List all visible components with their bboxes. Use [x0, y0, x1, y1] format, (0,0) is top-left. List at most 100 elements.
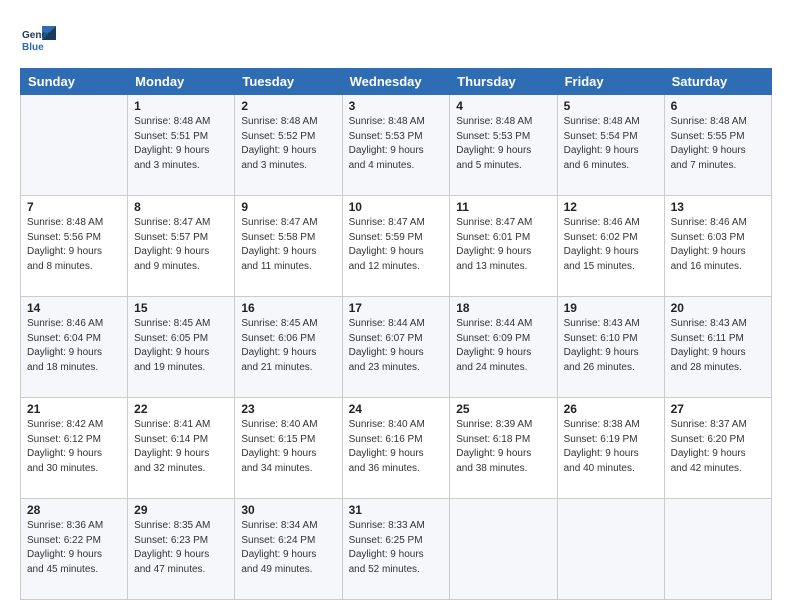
day-info: Sunrise: 8:47 AMSunset: 6:01 PMDaylight:…: [456, 216, 550, 274]
day-number: 18: [456, 301, 550, 315]
day-cell: 29 Sunrise: 8:35 AMSunset: 6:23 PMDayligh…: [128, 499, 235, 600]
day-info: Sunrise: 8:36 AMSunset: 6:22 PMDaylight:…: [27, 519, 121, 577]
day-info: Sunrise: 8:47 AMSunset: 5:59 PMDaylight:…: [349, 216, 444, 274]
day-cell: 1 Sunrise: 8:48 AMSunset: 5:51 PMDaylight…: [128, 95, 235, 196]
day-number: 24: [349, 402, 444, 416]
day-cell: 26 Sunrise: 8:38 AMSunset: 6:19 PMDayligh…: [557, 398, 664, 499]
day-cell: 6 Sunrise: 8:48 AMSunset: 5:55 PMDaylight…: [664, 95, 771, 196]
day-number: 28: [27, 503, 121, 517]
day-info: Sunrise: 8:48 AMSunset: 5:53 PMDaylight:…: [456, 115, 550, 173]
weekday-saturday: Saturday: [664, 69, 771, 95]
svg-text:Blue: Blue: [22, 42, 44, 53]
day-number: 25: [456, 402, 550, 416]
day-number: 13: [671, 200, 765, 214]
svg-text:General: General: [22, 30, 56, 41]
day-cell: 4Sunrise: 8:48 AMSunset: 5:53 PMDaylight…: [450, 95, 557, 196]
day-number: 11: [456, 200, 550, 214]
day-number: 20: [671, 301, 765, 315]
day-number: 15: [134, 301, 228, 315]
day-cell: 20 Sunrise: 8:43 AMSunset: 6:11 PMDayligh…: [664, 297, 771, 398]
weekday-wednesday: Wednesday: [342, 69, 450, 95]
day-info: Sunrise: 8:44 AMSunset: 6:07 PMDaylight:…: [349, 317, 444, 375]
logo-icon: General Blue: [20, 22, 56, 58]
day-info: Sunrise: 8:43 AMSunset: 6:11 PMDaylight:…: [671, 317, 765, 375]
day-info: Sunrise: 8:48 AMSunset: 5:51 PMDaylight:…: [134, 115, 228, 173]
day-cell: 31Sunrise: 8:33 AMSunset: 6:25 PMDayligh…: [342, 499, 450, 600]
day-cell: [557, 499, 664, 600]
day-info: Sunrise: 8:45 AMSunset: 6:05 PMDaylight:…: [134, 317, 228, 375]
day-info: Sunrise: 8:46 AMSunset: 6:04 PMDaylight:…: [27, 317, 121, 375]
day-info: Sunrise: 8:48 AMSunset: 5:55 PMDaylight:…: [671, 115, 765, 173]
day-info: Sunrise: 8:40 AMSunset: 6:16 PMDaylight:…: [349, 418, 444, 476]
day-cell: 2Sunrise: 8:48 AMSunset: 5:52 PMDaylight…: [235, 95, 342, 196]
day-number: 30: [241, 503, 335, 517]
day-number: 10: [349, 200, 444, 214]
day-info: Sunrise: 8:38 AMSunset: 6:19 PMDaylight:…: [564, 418, 658, 476]
day-cell: 23Sunrise: 8:40 AMSunset: 6:15 PMDayligh…: [235, 398, 342, 499]
day-info: Sunrise: 8:46 AMSunset: 6:03 PMDaylight:…: [671, 216, 765, 274]
day-info: Sunrise: 8:48 AMSunset: 5:53 PMDaylight:…: [349, 115, 444, 173]
day-cell: 3 Sunrise: 8:48 AMSunset: 5:53 PMDaylight…: [342, 95, 450, 196]
weekday-friday: Friday: [557, 69, 664, 95]
day-cell: 18 Sunrise: 8:44 AMSunset: 6:09 PMDayligh…: [450, 297, 557, 398]
weekday-header-row: SundayMondayTuesdayWednesdayThursdayFrid…: [21, 69, 772, 95]
day-info: Sunrise: 8:43 AMSunset: 6:10 PMDaylight:…: [564, 317, 658, 375]
day-number: 7: [27, 200, 121, 214]
day-info: Sunrise: 8:39 AMSunset: 6:18 PMDaylight:…: [456, 418, 550, 476]
day-info: Sunrise: 8:37 AMSunset: 6:20 PMDaylight:…: [671, 418, 765, 476]
day-cell: [21, 95, 128, 196]
day-cell: 5 Sunrise: 8:48 AMSunset: 5:54 PMDaylight…: [557, 95, 664, 196]
day-number: 31: [349, 503, 444, 517]
day-number: 22: [134, 402, 228, 416]
week-row-2: 7 Sunrise: 8:48 AMSunset: 5:56 PMDaylight…: [21, 196, 772, 297]
day-cell: [450, 499, 557, 600]
day-cell: 13 Sunrise: 8:46 AMSunset: 6:03 PMDayligh…: [664, 196, 771, 297]
day-cell: 8Sunrise: 8:47 AMSunset: 5:57 PMDaylight…: [128, 196, 235, 297]
day-cell: 12Sunrise: 8:46 AMSunset: 6:02 PMDayligh…: [557, 196, 664, 297]
week-row-3: 14 Sunrise: 8:46 AMSunset: 6:04 PMDayligh…: [21, 297, 772, 398]
day-info: Sunrise: 8:42 AMSunset: 6:12 PMDaylight:…: [27, 418, 121, 476]
day-number: 29: [134, 503, 228, 517]
day-number: 21: [27, 402, 121, 416]
day-number: 16: [241, 301, 335, 315]
day-cell: 22 Sunrise: 8:41 AMSunset: 6:14 PMDayligh…: [128, 398, 235, 499]
day-number: 19: [564, 301, 658, 315]
day-number: 27: [671, 402, 765, 416]
page: General Blue SundayMondayTuesdayWednesda…: [0, 0, 792, 612]
day-cell: 17 Sunrise: 8:44 AMSunset: 6:07 PMDayligh…: [342, 297, 450, 398]
day-info: Sunrise: 8:35 AMSunset: 6:23 PMDaylight:…: [134, 519, 228, 577]
day-number: 14: [27, 301, 121, 315]
day-info: Sunrise: 8:48 AMSunset: 5:52 PMDaylight:…: [241, 115, 335, 173]
week-row-5: 28 Sunrise: 8:36 AMSunset: 6:22 PMDayligh…: [21, 499, 772, 600]
weekday-tuesday: Tuesday: [235, 69, 342, 95]
day-cell: 16 Sunrise: 8:45 AMSunset: 6:06 PMDayligh…: [235, 297, 342, 398]
day-info: Sunrise: 8:41 AMSunset: 6:14 PMDaylight:…: [134, 418, 228, 476]
day-info: Sunrise: 8:48 AMSunset: 5:56 PMDaylight:…: [27, 216, 121, 274]
day-number: 17: [349, 301, 444, 315]
day-number: 3: [349, 99, 444, 113]
day-cell: 15 Sunrise: 8:45 AMSunset: 6:05 PMDayligh…: [128, 297, 235, 398]
day-info: Sunrise: 8:46 AMSunset: 6:02 PMDaylight:…: [564, 216, 658, 274]
day-number: 6: [671, 99, 765, 113]
calendar-table: SundayMondayTuesdayWednesdayThursdayFrid…: [20, 68, 772, 600]
day-cell: 25 Sunrise: 8:39 AMSunset: 6:18 PMDayligh…: [450, 398, 557, 499]
weekday-sunday: Sunday: [21, 69, 128, 95]
day-info: Sunrise: 8:47 AMSunset: 5:58 PMDaylight:…: [241, 216, 335, 274]
day-info: Sunrise: 8:44 AMSunset: 6:09 PMDaylight:…: [456, 317, 550, 375]
day-info: Sunrise: 8:48 AMSunset: 5:54 PMDaylight:…: [564, 115, 658, 173]
day-cell: 9Sunrise: 8:47 AMSunset: 5:58 PMDaylight…: [235, 196, 342, 297]
day-info: Sunrise: 8:34 AMSunset: 6:24 PMDaylight:…: [241, 519, 335, 577]
day-info: Sunrise: 8:45 AMSunset: 6:06 PMDaylight:…: [241, 317, 335, 375]
day-cell: 27 Sunrise: 8:37 AMSunset: 6:20 PMDayligh…: [664, 398, 771, 499]
day-cell: 24 Sunrise: 8:40 AMSunset: 6:16 PMDayligh…: [342, 398, 450, 499]
day-cell: 21 Sunrise: 8:42 AMSunset: 6:12 PMDayligh…: [21, 398, 128, 499]
day-number: 1: [134, 99, 228, 113]
day-number: 5: [564, 99, 658, 113]
day-number: 26: [564, 402, 658, 416]
header: General Blue: [20, 18, 772, 58]
day-cell: 7 Sunrise: 8:48 AMSunset: 5:56 PMDaylight…: [21, 196, 128, 297]
weekday-monday: Monday: [128, 69, 235, 95]
day-cell: 14 Sunrise: 8:46 AMSunset: 6:04 PMDayligh…: [21, 297, 128, 398]
weekday-thursday: Thursday: [450, 69, 557, 95]
day-cell: 11 Sunrise: 8:47 AMSunset: 6:01 PMDayligh…: [450, 196, 557, 297]
